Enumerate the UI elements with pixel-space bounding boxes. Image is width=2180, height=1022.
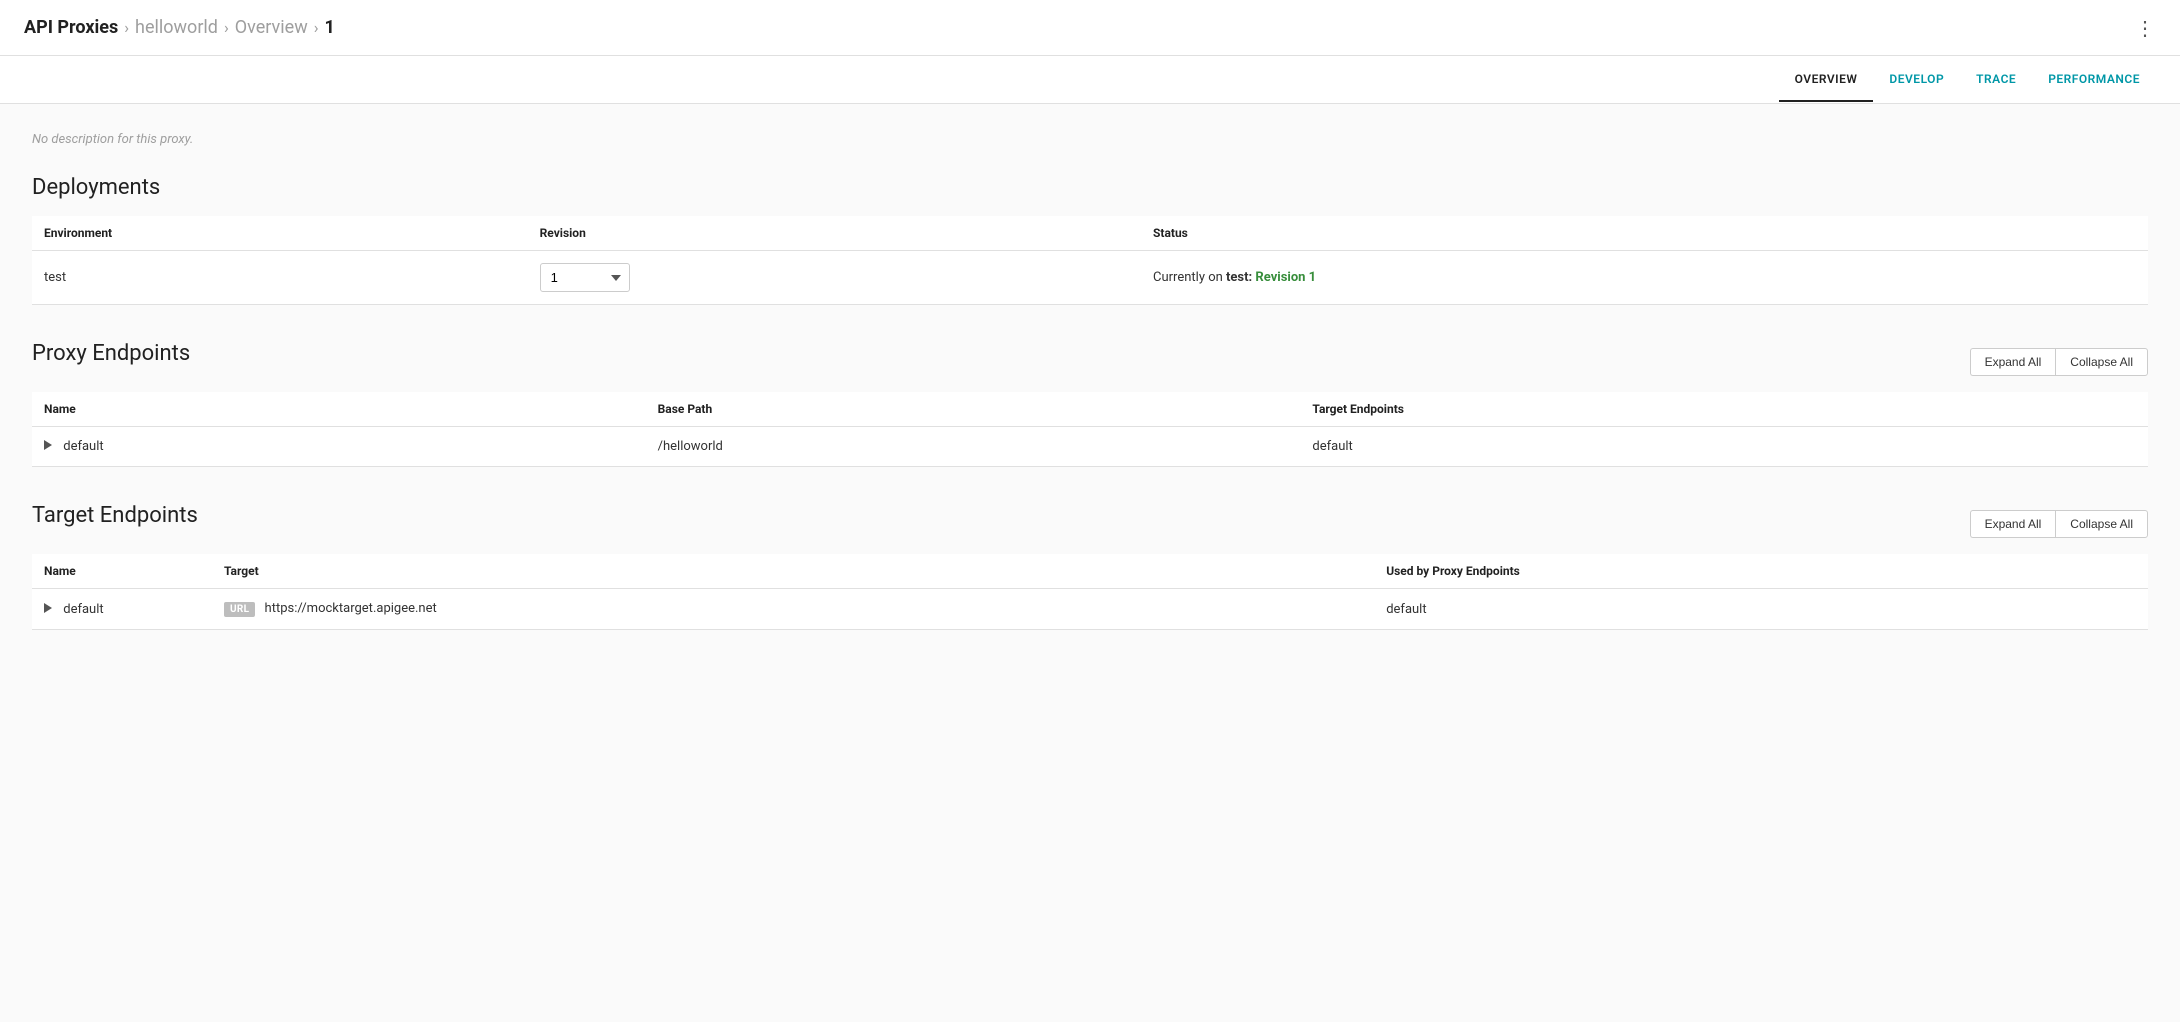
pe-col-basepath: Base Path — [646, 392, 1301, 427]
pe-row-target: default — [1300, 427, 2148, 467]
proxy-endpoints-collapse-all[interactable]: Collapse All — [2055, 348, 2148, 376]
te-col-target: Target — [212, 554, 1374, 589]
proxy-endpoints-table: Name Base Path Target Endpoints default … — [32, 392, 2148, 467]
status-prefix: Currently on — [1153, 270, 1226, 285]
pe-col-target: Target Endpoints — [1300, 392, 2148, 427]
te-name-text: default — [63, 602, 103, 617]
deployments-title: Deployments — [32, 175, 2148, 200]
pe-row-basepath: /helloworld — [646, 427, 1301, 467]
target-endpoints-expand-all[interactable]: Expand All — [1970, 510, 2056, 538]
breadcrumb-sep1: › — [124, 18, 129, 37]
tab-bar: OVERVIEW DEVELOP TRACE PERFORMANCE — [0, 56, 2180, 104]
table-row: default URL https://mocktarget.apigee.ne… — [32, 589, 2148, 630]
breadcrumb-sep3: › — [314, 18, 319, 37]
more-options-icon[interactable]: ⋮ — [2135, 16, 2156, 40]
content-area: No description for this proxy. Deploymen… — [0, 104, 2180, 1022]
pe-row-name: default — [32, 427, 646, 467]
breadcrumb: API Proxies › helloworld › Overview › 1 — [24, 17, 335, 38]
proxy-endpoints-expand-all[interactable]: Expand All — [1970, 348, 2056, 376]
te-target-url: https://mocktarget.apigee.net — [265, 601, 437, 616]
breadcrumb-current: 1 — [325, 17, 335, 38]
deployment-status: Currently on test: Revision 1 — [1141, 251, 2148, 305]
target-endpoints-header-row: Target Endpoints Expand All Collapse All — [32, 503, 2148, 544]
target-endpoints-title: Target Endpoints — [32, 503, 198, 528]
tab-trace[interactable]: TRACE — [1960, 58, 2032, 102]
target-endpoints-table: Name Target Used by Proxy Endpoints defa… — [32, 554, 2148, 630]
tab-overview[interactable]: OVERVIEW — [1779, 58, 1874, 102]
breadcrumb-sep2: › — [224, 18, 229, 37]
deployments-section: Deployments Environment Revision Status … — [32, 175, 2148, 305]
proxy-description: No description for this proxy. — [32, 128, 2148, 147]
deployments-col-revision: Revision — [528, 216, 1141, 251]
proxy-endpoints-header-row: Proxy Endpoints Expand All Collapse All — [32, 341, 2148, 382]
tab-develop[interactable]: DEVELOP — [1873, 58, 1960, 102]
proxy-endpoints-title: Proxy Endpoints — [32, 341, 190, 366]
te-row-name: default — [32, 589, 212, 630]
table-row: test 1 Currently on test: Revision 1 — [32, 251, 2148, 305]
proxy-endpoints-header-row: Name Base Path Target Endpoints — [32, 392, 2148, 427]
target-endpoints-controls: Expand All Collapse All — [1970, 510, 2148, 538]
header-bar: API Proxies › helloworld › Overview › 1 … — [0, 0, 2180, 56]
pe-col-name: Name — [32, 392, 646, 427]
table-row: default /helloworld default — [32, 427, 2148, 467]
deployments-col-environment: Environment — [32, 216, 528, 251]
proxy-endpoints-section: Proxy Endpoints Expand All Collapse All … — [32, 341, 2148, 467]
status-env: test — [1226, 270, 1249, 285]
target-endpoints-header-row: Name Target Used by Proxy Endpoints — [32, 554, 2148, 589]
expand-row-arrow[interactable] — [44, 603, 52, 613]
target-endpoints-collapse-all[interactable]: Collapse All — [2055, 510, 2148, 538]
deployment-environment: test — [32, 251, 528, 305]
expand-row-arrow[interactable] — [44, 440, 52, 450]
deployment-revision-cell: 1 — [528, 251, 1141, 305]
deployments-table: Environment Revision Status test 1 Curre… — [32, 216, 2148, 305]
te-row-target: URL https://mocktarget.apigee.net — [212, 589, 1374, 630]
target-endpoints-section: Target Endpoints Expand All Collapse All… — [32, 503, 2148, 630]
tab-performance[interactable]: PERFORMANCE — [2032, 58, 2156, 102]
breadcrumb-level2[interactable]: Overview — [235, 17, 308, 38]
status-revision: Revision 1 — [1255, 270, 1316, 285]
url-badge: URL — [224, 602, 255, 617]
te-col-used-by: Used by Proxy Endpoints — [1374, 554, 2148, 589]
te-row-used-by: default — [1374, 589, 2148, 630]
breadcrumb-level1[interactable]: helloworld — [135, 17, 218, 38]
revision-select[interactable]: 1 — [540, 263, 630, 292]
deployments-header-row: Environment Revision Status — [32, 216, 2148, 251]
deployments-col-status: Status — [1141, 216, 2148, 251]
pe-name-text: default — [63, 439, 103, 454]
proxy-endpoints-controls: Expand All Collapse All — [1970, 348, 2148, 376]
breadcrumb-root[interactable]: API Proxies — [24, 17, 118, 38]
te-col-name: Name — [32, 554, 212, 589]
